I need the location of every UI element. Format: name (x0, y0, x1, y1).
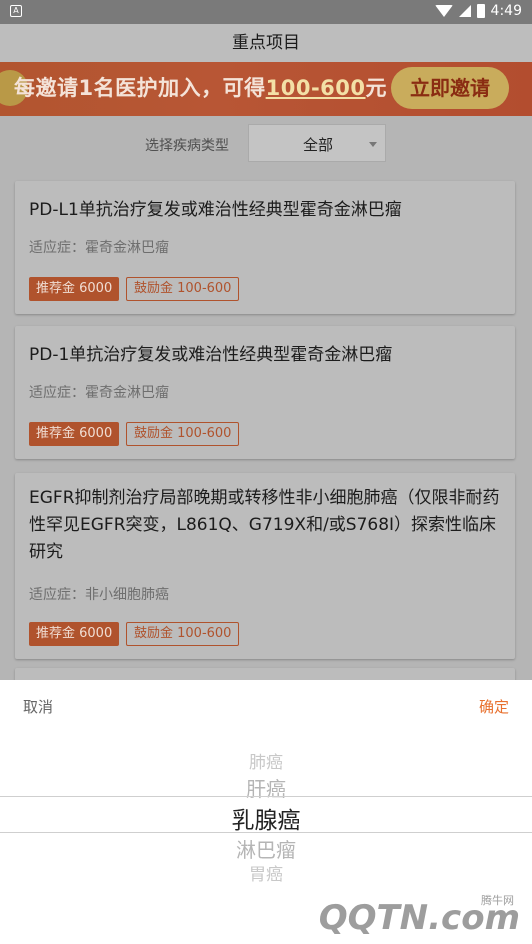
cancel-button[interactable]: 取消 (23, 696, 53, 717)
bonus-tag: 鼓励金 100-600 (126, 277, 240, 301)
signal-icon (458, 5, 471, 17)
app-notification-icon: A (10, 5, 22, 17)
referral-tag: 推荐金 6000 (29, 422, 120, 446)
disease-picker-sheet: 取消 确定 肺癌 肝癌 乳腺癌 淋巴瘤 胃癌 腾牛网 QQTN.com (0, 680, 532, 944)
invite-now-button[interactable]: 立即邀请 (391, 67, 509, 109)
page-title: 重点项目 (0, 24, 532, 62)
wifi-icon (434, 5, 453, 17)
project-card[interactable]: EGFR抑制剂治疗局部晚期或转移性非小细胞肺癌（仅限非耐药性罕见EGFR突变，L… (15, 473, 515, 659)
disease-filter: 选择疾病类型 全部 (0, 116, 532, 172)
battery-icon (476, 4, 485, 18)
status-bar: A 4:49 (0, 0, 532, 24)
project-title: PD-1单抗治疗复发或难治性经典型霍奇金淋巴瘤 (29, 345, 393, 365)
filter-label: 选择疾病类型 (145, 138, 229, 154)
picker-option[interactable]: 胃癌 (0, 860, 532, 885)
project-indication: 适应症：霍奇金淋巴瘤 (29, 385, 169, 401)
referral-tag: 推荐金 6000 (29, 622, 120, 646)
picker-option[interactable]: 淋巴瘤 (0, 834, 532, 863)
project-title: PD-L1单抗治疗复发或难治性经典型霍奇金淋巴瘤 (29, 200, 402, 220)
watermark-logo: QQTN.com (318, 898, 520, 938)
bonus-tag: 鼓励金 100-600 (126, 622, 240, 646)
project-card[interactable]: PD-L1单抗治疗复发或难治性经典型霍奇金淋巴瘤 适应症：霍奇金淋巴瘤 推荐金 … (15, 181, 515, 314)
picker-divider-bottom (0, 832, 532, 833)
project-indication: 适应症：霍奇金淋巴瘤 (29, 240, 169, 256)
picker-option[interactable]: 肺癌 (0, 748, 532, 773)
picker-option-selected[interactable]: 乳腺癌 (0, 801, 532, 835)
banner-text: 每邀请1名医护加入，可得100-600元 (14, 76, 388, 100)
disease-type-select[interactable]: 全部 (248, 124, 386, 162)
select-value: 全部 (302, 136, 333, 154)
project-indication: 适应症：非小细胞肺癌 (29, 587, 169, 603)
referral-tag: 推荐金 6000 (29, 277, 120, 301)
bonus-tag: 鼓励金 100-600 (126, 422, 240, 446)
confirm-button[interactable]: 确定 (479, 696, 509, 717)
banner-amount: 100-600 (265, 76, 366, 100)
picker-divider-top (0, 796, 532, 797)
dropdown-caret-icon (369, 142, 377, 147)
invite-banner[interactable]: 每邀请1名医护加入，可得100-600元 立即邀请 (0, 62, 532, 116)
status-time: 4:49 (490, 3, 522, 19)
project-title: EGFR抑制剂治疗局部晚期或转移性非小细胞肺癌（仅限非耐药性罕见EGFR突变，L… (29, 488, 500, 562)
project-card[interactable]: PD-1单抗治疗复发或难治性经典型霍奇金淋巴瘤 适应症：霍奇金淋巴瘤 推荐金 6… (15, 326, 515, 459)
picker-option[interactable]: 肝癌 (0, 773, 532, 802)
